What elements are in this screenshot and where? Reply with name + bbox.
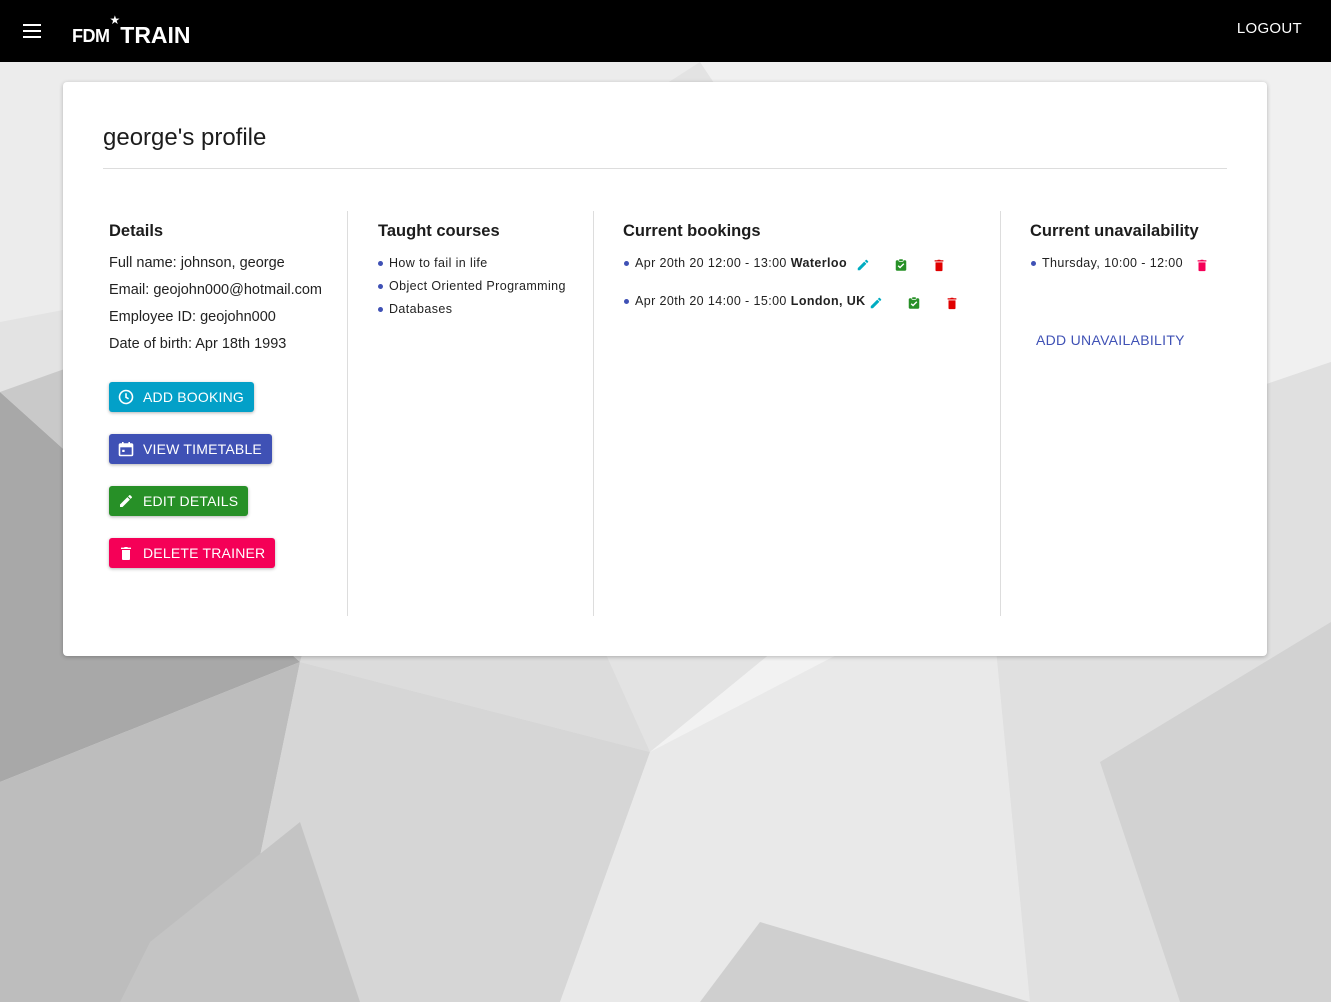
delete-unavailability-trash-icon[interactable] [1195,258,1209,272]
full-name-text: Full name: johnson, george [109,255,285,271]
menu-icon-bar [23,30,41,32]
employee-id-text: Employee ID: geojohn000 [109,309,276,325]
logout-button[interactable]: LOGOUT [1237,20,1302,37]
booking-item: Apr 20th 20 14:00 - 15:00 London, UK [624,294,866,308]
bullet-icon [624,260,629,266]
view-timetable-button[interactable]: VIEW TIMETABLE [109,434,272,464]
course-name: Databases [389,302,453,316]
course-item: Databases [378,302,452,316]
current-bookings-column: Current bookings Apr 20th 20 12:00 - 13:… [593,211,1001,616]
details-heading: Details [109,222,164,240]
confirm-booking-check-badge-icon[interactable] [894,258,908,272]
menu-icon-bar [23,36,41,38]
unavailability-time: Thursday, 10:00 - 12:00 [1042,256,1183,270]
bullet-icon [378,306,383,312]
bullet-icon [624,298,629,304]
booking-location: Waterloo [790,256,847,270]
star-icon: ★ [109,13,121,27]
menu-button[interactable] [14,17,50,45]
confirm-booking-check-badge-icon[interactable] [907,296,921,310]
booking-item: Apr 20th 20 12:00 - 13:00 Waterloo [624,256,847,270]
current-unavailability-column: Current unavailability Thursday, 10:00 -… [1000,211,1267,616]
delete-trainer-label: DELETE TRAINER [143,545,266,561]
booking-time: Apr 20th 20 14:00 - 15:00 [635,294,787,308]
email-text: Email: geojohn000@hotmail.com [109,282,322,298]
profile-card: george's profile Details Full name: john… [63,82,1267,656]
bullet-icon [378,283,383,289]
menu-icon-bar [23,24,41,26]
app-bar: FDM ★ TRAIN LOGOUT [0,0,1331,62]
bullet-icon [1031,260,1036,266]
course-name: Object Oriented Programming [389,279,566,293]
edit-booking-pencil-icon[interactable] [869,296,883,310]
booking-time: Apr 20th 20 12:00 - 13:00 [635,256,787,270]
add-booking-button[interactable]: ADD BOOKING [109,382,254,412]
unavailability-item: Thursday, 10:00 - 12:00 [1031,256,1183,270]
trash-icon [121,547,131,560]
clock-icon [118,389,134,405]
pencil-icon [120,494,133,507]
bullet-icon [378,260,383,266]
delete-trainer-button[interactable]: DELETE TRAINER [109,538,276,568]
taught-courses-column: Taught courses How to fail in life Objec… [347,211,594,616]
date-of-birth-text: Date of birth: Apr 18th 1993 [109,336,287,352]
course-name: How to fail in life [389,256,488,270]
logo-fdm: FDM [72,26,110,46]
edit-details-label: EDIT DETAILS [143,493,239,509]
taught-courses-heading: Taught courses [378,222,500,240]
delete-booking-trash-icon[interactable] [932,258,946,272]
view-timetable-label: VIEW TIMETABLE [143,441,262,457]
logo-train: TRAIN [120,22,191,48]
add-booking-label: ADD BOOKING [143,389,244,405]
page-title: george's profile [103,124,267,151]
delete-booking-trash-icon[interactable] [945,296,959,310]
course-item: Object Oriented Programming [378,279,566,293]
edit-details-button[interactable]: EDIT DETAILS [109,486,249,516]
fdm-train-logo[interactable]: FDM ★ TRAIN [72,14,191,48]
booking-location: London, UK [790,294,866,308]
details-column: Details Full name: johnson, george Email… [103,211,348,616]
add-unavailability-button[interactable]: ADD UNAVAILABILITY [1036,332,1185,348]
current-unavailability-heading: Current unavailability [1030,222,1199,240]
course-item: How to fail in life [378,256,488,270]
calendar-icon [118,442,134,457]
title-divider [103,168,1227,169]
edit-booking-pencil-icon[interactable] [856,258,870,272]
current-bookings-heading: Current bookings [623,222,761,240]
